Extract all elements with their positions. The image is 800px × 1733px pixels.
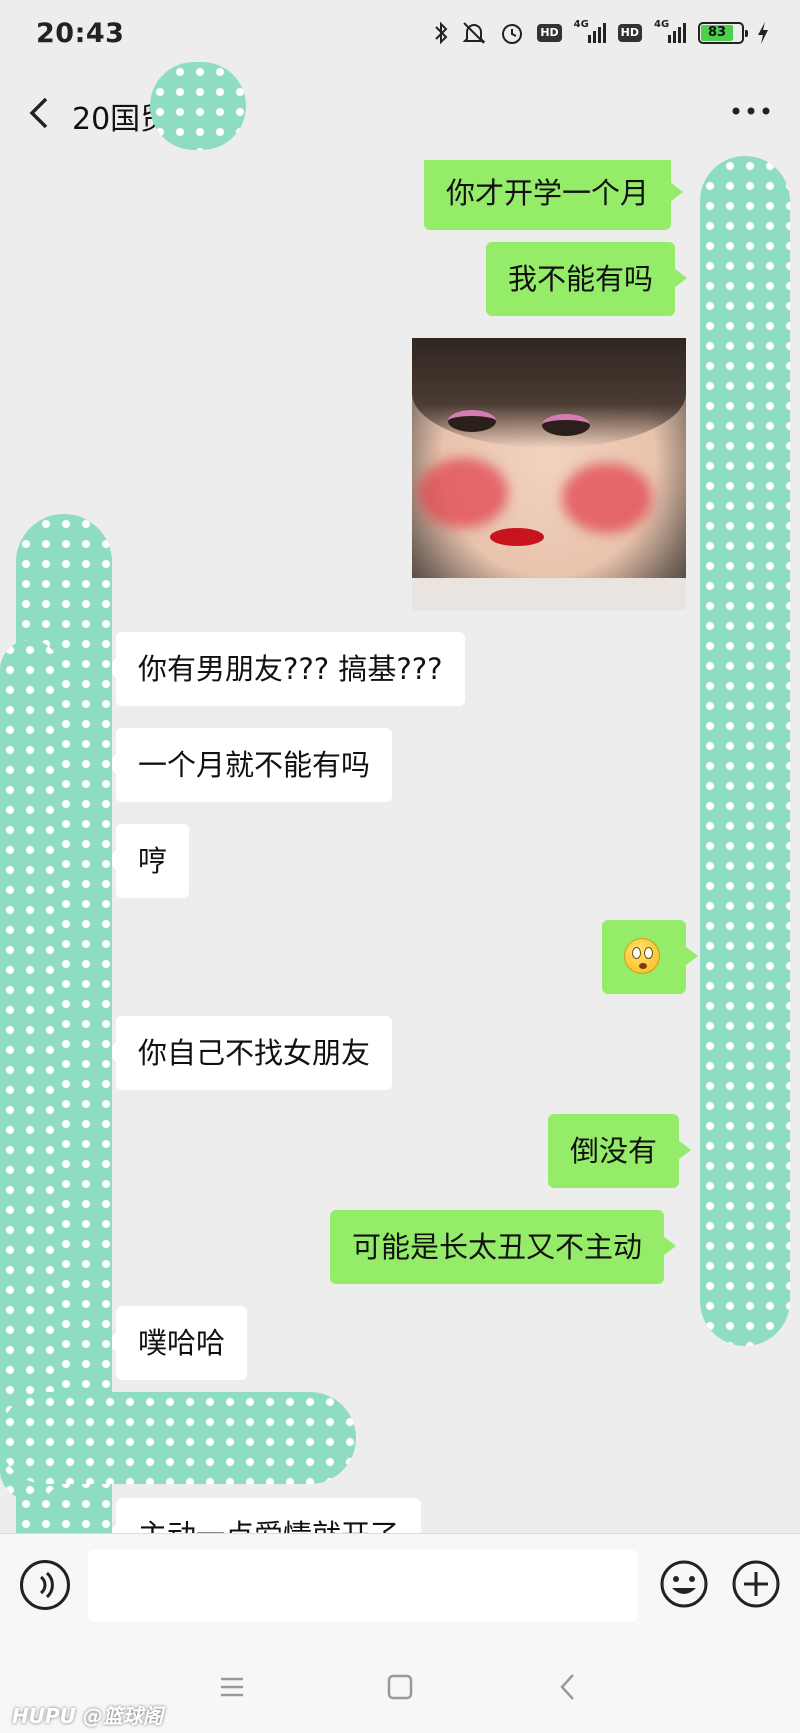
- privacy-mask: [150, 62, 246, 150]
- privacy-mask: [700, 156, 790, 1346]
- watermark: HUPU @篮球阁: [12, 1704, 163, 1728]
- home-square-icon: [387, 1674, 413, 1700]
- message-bubble-incoming[interactable]: 你自己不找女朋友: [103, 1016, 393, 1090]
- status-icons: HD 4G HD 4G 83: [433, 19, 770, 46]
- message-bubble-outgoing-emoji[interactable]: [602, 920, 698, 994]
- bluetooth-icon: [433, 20, 449, 46]
- status-bar: 20:43 HD 4G HD 4G 83: [0, 0, 800, 66]
- charging-bolt-icon: [756, 20, 770, 46]
- plus-icon: [732, 1560, 780, 1608]
- more-dots-icon: [732, 107, 770, 115]
- sticker-eye: [542, 414, 590, 436]
- chat-header: 20国贸: [0, 66, 800, 160]
- sticker-collar: [412, 578, 686, 610]
- mute-bell-icon: [461, 20, 487, 46]
- emoji-button[interactable]: [658, 1558, 710, 1610]
- message-bubble-outgoing[interactable]: 倒没有: [548, 1114, 692, 1188]
- message-bubble-incoming[interactable]: 你有男朋友??? 搞基???: [104, 632, 465, 706]
- alarm-clock-icon: [499, 20, 525, 46]
- battery-level: 83: [701, 25, 733, 41]
- status-time: 20:43: [36, 17, 125, 49]
- message-bubble-incoming[interactable]: 噗哈哈: [103, 1306, 248, 1380]
- message-bubble-outgoing[interactable]: 我不能有吗: [486, 242, 688, 316]
- voice-button[interactable]: [20, 1560, 70, 1610]
- thinking-face-emoji-icon: [624, 938, 660, 974]
- sticker-lips: [490, 528, 544, 546]
- plus-button[interactable]: [730, 1558, 782, 1610]
- battery-icon: 83: [698, 22, 748, 44]
- back-button[interactable]: [20, 91, 60, 135]
- menu-icon: [221, 1677, 243, 1697]
- hd-badge: HD: [537, 24, 562, 42]
- chat-message-list[interactable]: 你才开学一个月 我不能有吗 你有男朋友??? 搞基??? 一个月就不能有吗 哼 …: [0, 160, 800, 1533]
- chevron-left-icon: [29, 97, 48, 129]
- message-bubble-incoming[interactable]: 主动一点爱情就开了: [103, 1498, 422, 1533]
- privacy-mask: [0, 640, 60, 1500]
- message-bubble-outgoing[interactable]: 可能是长太丑又不主动: [330, 1210, 677, 1284]
- voice-icon: [39, 1571, 54, 1599]
- signal-icon: 4G: [574, 19, 606, 43]
- more-button[interactable]: [726, 96, 776, 126]
- network-type: 4G: [654, 19, 670, 30]
- sticker-cheek: [562, 463, 652, 533]
- home-button[interactable]: [380, 1667, 420, 1707]
- back-triangle-icon: [560, 1674, 574, 1700]
- signal-icon: 4G: [654, 19, 686, 43]
- message-input-bar: [0, 1533, 800, 1637]
- sticker-cheek: [418, 458, 508, 528]
- hd-badge: HD: [617, 24, 642, 42]
- sticker-image[interactable]: [412, 338, 686, 610]
- privacy-mask: [0, 1392, 356, 1484]
- menu-button[interactable]: [212, 1667, 252, 1707]
- message-input[interactable]: [88, 1550, 638, 1622]
- back-nav-button[interactable]: [548, 1667, 588, 1707]
- message-bubble-outgoing[interactable]: 你才开学一个月: [424, 160, 684, 230]
- sticker-eye: [448, 410, 496, 432]
- message-bubble-incoming[interactable]: 哼: [103, 824, 190, 898]
- message-bubble-incoming[interactable]: 一个月就不能有吗: [103, 728, 393, 802]
- emoji-icon: [660, 1560, 708, 1608]
- network-type: 4G: [573, 19, 589, 30]
